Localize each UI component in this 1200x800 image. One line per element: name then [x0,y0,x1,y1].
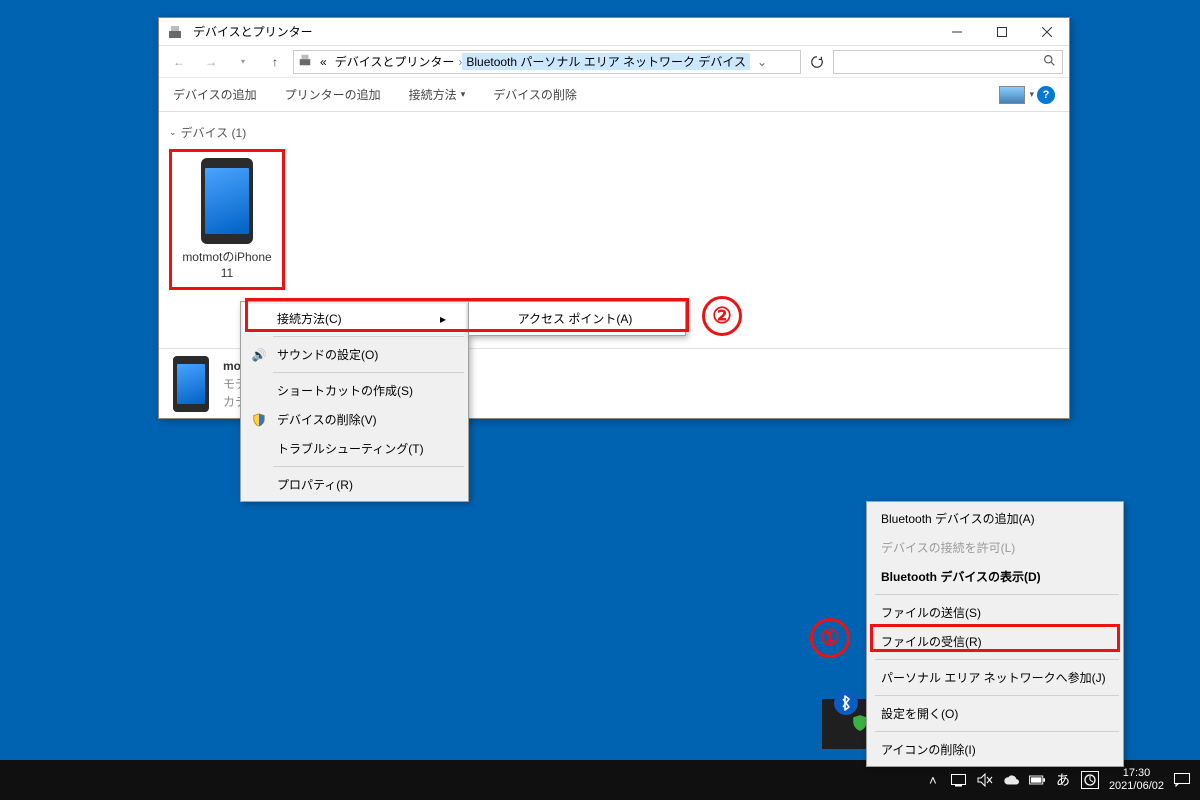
search-icon [1043,54,1056,70]
context-menu-separator [875,659,1119,660]
bt-menu-allow-connect: デバイスの接続を許可(L) [869,533,1121,562]
tray-chevron-up-icon[interactable]: ˄ [925,772,941,788]
bluetooth-tray-menu: Bluetooth デバイスの追加(A) デバイスの接続を許可(L) Bluet… [866,501,1124,767]
chevron-right-icon: ▸ [410,312,446,326]
tablet-mode-icon[interactable] [951,772,967,788]
chevron-down-icon: ▾ [461,89,466,100]
phone-icon [173,356,209,412]
ctx-item-remove-device[interactable]: デバイスの削除(V) [243,405,466,434]
ctx-item-create-shortcut[interactable]: ショートカットの作成(S) [243,376,466,405]
address-bar-row: ← → ▾ ↑ « デバイスとプリンター › Bluetooth パーソナル エ… [159,46,1069,78]
annotation-circle-1: ① [810,618,850,658]
context-menu-separator [273,336,464,337]
titlebar: デバイスとプリンター [159,18,1069,46]
breadcrumb-seg[interactable]: « [316,55,331,69]
ctx-item-sound-settings[interactable]: 🔊 サウンドの設定(O) [243,340,466,369]
breadcrumb-seg-current[interactable]: Bluetooth パーソナル エリア ネットワーク デバイス [462,53,750,70]
nav-back-button[interactable]: ← [165,50,193,74]
add-printer-button[interactable]: プリンターの追加 [285,86,381,103]
minimize-button[interactable] [934,18,979,46]
context-menu-separator [875,695,1119,696]
ime-mode-icon[interactable] [1081,771,1099,789]
system-tray: ˄ あ 17:30 2021/06/02 [925,767,1200,793]
nav-recent-button[interactable]: ▾ [229,50,257,74]
refresh-button[interactable] [805,50,829,74]
battery-icon[interactable] [1029,772,1045,788]
ctx-item-properties[interactable]: プロパティ(R) [243,470,466,499]
remove-device-button[interactable]: デバイスの削除 [493,86,577,103]
devices-icon [298,53,312,70]
context-menu-separator [273,466,464,467]
clock[interactable]: 17:30 2021/06/02 [1109,767,1164,793]
close-button[interactable] [1024,18,1069,46]
nav-forward-button[interactable]: → [197,50,225,74]
chevron-down-icon: ⌄ [169,127,177,138]
device-context-menu: 接続方法(C)▸ 🔊 サウンドの設定(O) ショートカットの作成(S) デバイス… [240,301,469,502]
onedrive-icon[interactable] [1003,772,1019,788]
command-bar: デバイスの追加 プリンターの追加 接続方法▾ デバイスの削除 ? [159,78,1069,112]
bt-menu-remove-icon[interactable]: アイコンの削除(I) [869,735,1121,764]
group-header-devices[interactable]: ⌄ デバイス (1) [169,120,1059,145]
address-dropdown-button[interactable]: ⌄ [750,55,774,69]
volume-mute-icon[interactable] [977,772,993,788]
bt-menu-open-settings[interactable]: 設定を開く(O) [869,699,1121,728]
bt-menu-add-device[interactable]: Bluetooth デバイスの追加(A) [869,504,1121,533]
search-input[interactable] [833,50,1063,74]
bt-menu-send-file[interactable]: ファイルの送信(S) [869,598,1121,627]
action-center-icon[interactable] [1174,772,1190,788]
phone-icon [201,158,253,244]
sound-icon: 🔊 [251,347,267,363]
maximize-button[interactable] [979,18,1024,46]
bt-menu-receive-file[interactable]: ファイルの受信(R) [869,627,1121,656]
shield-icon [251,412,267,428]
bt-menu-show-devices[interactable]: Bluetooth デバイスの表示(D) [869,562,1121,591]
annotation-circle-2: ② [702,296,742,336]
ime-indicator[interactable]: あ [1055,772,1071,788]
nav-up-button[interactable]: ↑ [261,50,289,74]
devices-icon [165,22,185,42]
connect-using-submenu: アクセス ポイント(A) [468,301,686,336]
bt-menu-join-pan[interactable]: パーソナル エリア ネットワークへ参加(J) [869,663,1121,692]
context-menu-separator [875,594,1119,595]
add-device-button[interactable]: デバイスの追加 [173,86,257,103]
view-options-button[interactable] [999,86,1025,104]
context-menu-separator [875,731,1119,732]
help-button[interactable]: ? [1037,86,1055,104]
ctx-item-connect-using[interactable]: 接続方法(C)▸ [243,304,466,333]
address-bar[interactable]: « デバイスとプリンター › Bluetooth パーソナル エリア ネットワー… [293,50,801,74]
submenu-item-access-point[interactable]: アクセス ポイント(A) [469,302,685,335]
connect-using-button[interactable]: 接続方法▾ [409,86,466,103]
bluetooth-tray-icon[interactable] [834,691,858,715]
breadcrumb-seg[interactable]: デバイスとプリンター [331,53,459,70]
device-item-iphone[interactable]: motmotのiPhone 11 [169,149,285,290]
window-title: デバイスとプリンター [191,23,934,40]
device-label: motmotのiPhone 11 [178,250,276,281]
context-menu-separator [273,372,464,373]
ctx-item-troubleshoot[interactable]: トラブルシューティング(T) [243,434,466,463]
